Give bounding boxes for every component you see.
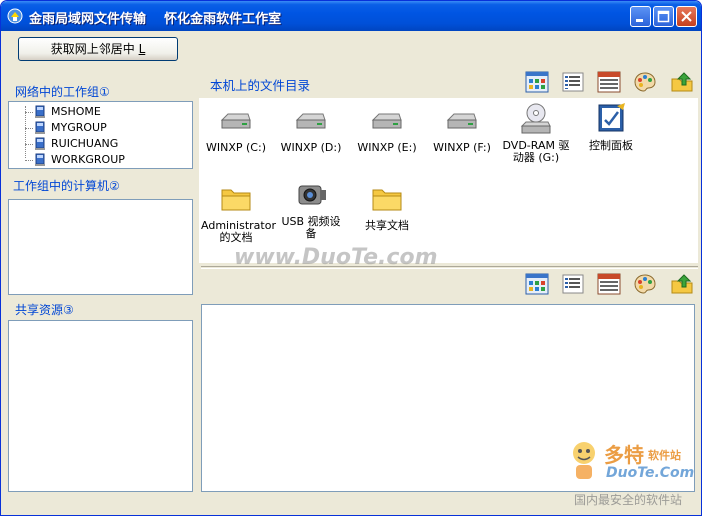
maximize-button[interactable] xyxy=(653,6,674,27)
drive-icon xyxy=(295,113,326,129)
details-view-icon[interactable] xyxy=(597,273,621,295)
app-window: 金雨局域网文件传输 怀化金雨软件工作室 获取网上邻居中 L 网络中的工作组① M… xyxy=(0,0,702,516)
app-icon xyxy=(7,8,23,24)
workgroup-label: WORKGROUP xyxy=(51,153,125,166)
list-view-icon[interactable] xyxy=(561,71,585,93)
file-item-label: WINXP (D:) xyxy=(280,141,342,154)
file-item-drive[interactable]: WINXP (E:) xyxy=(352,104,422,154)
watermark-text: www.DuoTe.com xyxy=(234,245,438,270)
get-network-label: 获取网上邻居中 xyxy=(50,42,135,56)
brand-url: DuoTe.Com xyxy=(606,465,695,481)
drive-icon xyxy=(446,113,477,129)
list-view-icon[interactable] xyxy=(561,273,585,295)
computers-label: 工作组中的计算机② xyxy=(13,179,120,193)
workgroup-label: RUICHUANG xyxy=(51,137,119,150)
local-files-label: 本机上的文件目录 xyxy=(210,78,311,93)
local-files-panel[interactable]: WINXP (C:) WINXP (D:) WINXP (E:) WINXP (… xyxy=(199,98,698,263)
brand-logo: 多特 软件站 DuoTe.Com 国内最安全的软件站 xyxy=(564,439,698,514)
window-title: 金雨局域网文件传输 怀化金雨软件工作室 xyxy=(29,12,282,27)
shares-list[interactable] xyxy=(8,320,193,492)
file-item-folder[interactable]: 共享文档 xyxy=(352,182,422,232)
close-button[interactable] xyxy=(676,6,697,27)
file-item-usb-video[interactable]: USB 视频设备 xyxy=(276,178,346,240)
workgroup-label: MSHOME xyxy=(51,105,101,118)
close-icon xyxy=(681,11,692,22)
palette-icon[interactable] xyxy=(633,71,657,93)
workgroups-tree[interactable]: MSHOME MYGROUP RUICHUANG WORKGROUP xyxy=(8,101,193,169)
client-area: 获取网上邻居中 L 网络中的工作组① MSHOME MYGROUP RUICHU… xyxy=(4,31,698,514)
brand-title: 多特 xyxy=(604,443,644,467)
large-icons-view-icon[interactable] xyxy=(525,71,549,93)
webcam-icon xyxy=(298,185,326,205)
workgroup-icon xyxy=(35,121,45,134)
workgroups-label: 网络中的工作组① xyxy=(15,85,110,99)
control-panel-icon xyxy=(598,103,625,132)
workgroup-icon xyxy=(35,137,45,150)
details-view-icon[interactable] xyxy=(597,71,621,93)
file-item-label: USB 视频设备 xyxy=(281,215,341,240)
drive-icon xyxy=(371,113,402,129)
file-item-folder[interactable]: Administrator 的文档 xyxy=(201,182,276,244)
get-network-neighborhood-button[interactable]: 获取网上邻居中 L xyxy=(18,37,178,61)
dvd-drive-icon xyxy=(520,103,551,134)
large-icons-view-icon[interactable] xyxy=(525,273,549,295)
file-item-drive[interactable]: WINXP (D:) xyxy=(276,104,346,154)
minimize-button[interactable] xyxy=(630,6,651,27)
brand-sub: 软件站 xyxy=(648,449,681,462)
file-item-label: WINXP (F:) xyxy=(433,141,491,154)
file-item-label: DVD-RAM 驱动器 (G:) xyxy=(502,139,570,164)
shares-label: 共享资源③ xyxy=(15,303,74,317)
workgroup-icon xyxy=(35,153,45,166)
file-item-label: WINXP (E:) xyxy=(357,141,417,154)
minimize-icon xyxy=(636,19,643,22)
title-bar[interactable]: 金雨局域网文件传输 怀化金雨软件工作室 xyxy=(1,1,701,31)
brand-slogan: 国内最安全的软件站 xyxy=(574,493,683,507)
file-item-dvd-drive[interactable]: DVD-RAM 驱动器 (G:) xyxy=(501,102,571,164)
folder-icon xyxy=(372,189,402,211)
mascot-icon xyxy=(573,442,595,479)
maximize-icon xyxy=(657,10,670,23)
file-item-label: 共享文档 xyxy=(365,219,409,232)
folder-icon xyxy=(221,189,251,211)
file-item-label: WINXP (C:) xyxy=(206,141,266,154)
get-network-hotkey: L xyxy=(138,42,146,56)
up-folder-icon[interactable] xyxy=(670,273,694,295)
file-item-control-panel[interactable]: 控制面板 xyxy=(576,102,646,152)
drive-icon xyxy=(220,113,251,129)
palette-icon[interactable] xyxy=(633,273,657,295)
file-item-drive[interactable]: WINXP (C:) xyxy=(201,104,271,154)
file-item-drive[interactable]: WINXP (F:) xyxy=(427,104,497,154)
computers-list[interactable] xyxy=(8,199,193,295)
file-item-label: 控制面板 xyxy=(589,139,633,152)
file-item-label: Administrator 的文档 xyxy=(201,219,276,244)
workgroup-icon xyxy=(35,105,45,118)
up-folder-icon[interactable] xyxy=(670,71,694,93)
workgroup-label: MYGROUP xyxy=(51,121,107,134)
